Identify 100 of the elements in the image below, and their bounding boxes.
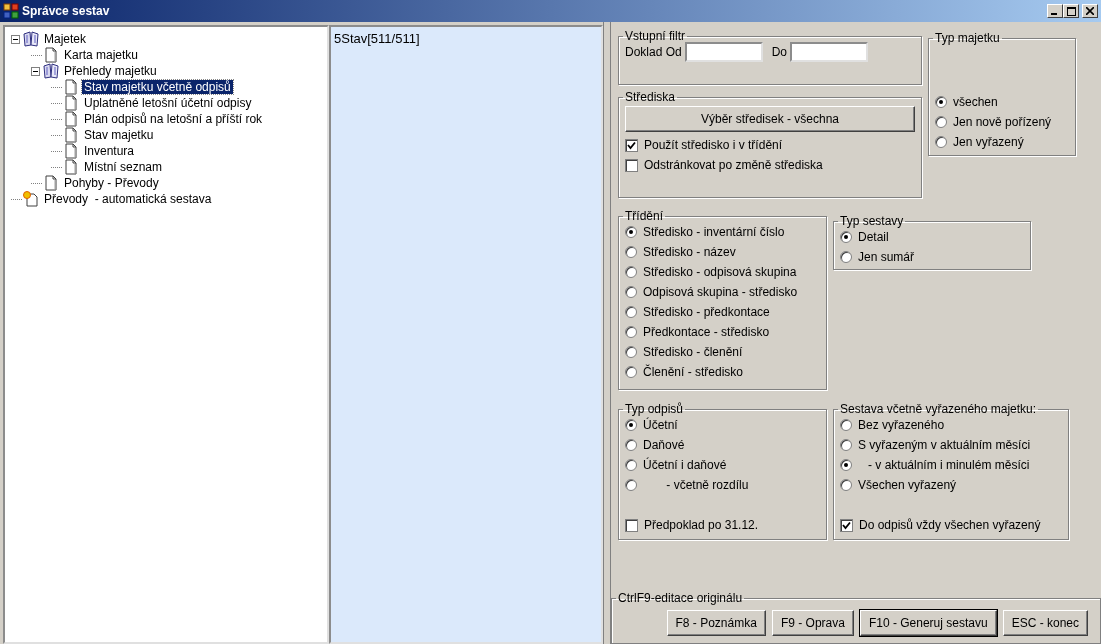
radio-button[interactable] — [840, 479, 852, 491]
checkbox[interactable] — [840, 518, 853, 532]
document-icon — [62, 95, 80, 111]
option-label: S vyřazeným v aktuálním měsíci — [858, 437, 1031, 454]
option-label: Středisko - odpisová skupina — [643, 264, 797, 281]
tree-item[interactable]: Pohyby - Převody — [62, 176, 161, 190]
checkbox[interactable] — [625, 158, 638, 172]
option-label: Středisko - členění — [643, 344, 743, 361]
splitter[interactable] — [603, 22, 611, 644]
tree-item[interactable]: Převody - automatická sestava — [42, 192, 214, 206]
group-title: CtrlF9-editace originálu — [617, 592, 744, 604]
tree-item[interactable]: Karta majetku — [62, 48, 141, 62]
option-label: Všechen vyřazený — [858, 477, 957, 494]
document-icon — [62, 111, 80, 127]
group-title: Střediska — [624, 91, 677, 103]
option-label: Účetní i daňové — [643, 456, 727, 474]
list-header: 5Stav[511/511] — [334, 30, 421, 48]
select-centers-button[interactable]: Výběr středisek - všechna — [625, 106, 915, 132]
radio-button[interactable] — [625, 326, 637, 338]
field-label: Doklad Od — [625, 44, 682, 61]
option-label: Bez vyřazeného — [858, 417, 945, 434]
input-field[interactable] — [790, 42, 869, 62]
group-title: Typ odpisů — [624, 403, 685, 415]
tree-item[interactable]: Inventura — [82, 144, 137, 158]
radio-button[interactable] — [935, 136, 947, 148]
app-icon — [3, 3, 19, 19]
radio-button[interactable] — [625, 306, 637, 318]
document-icon — [42, 175, 60, 191]
radio-button[interactable] — [625, 459, 637, 471]
field-label: Do — [771, 44, 788, 61]
option-label: Středisko - název — [643, 244, 736, 261]
group-title: Třídění — [624, 210, 664, 222]
option-label: Členění - středisko — [643, 363, 744, 381]
checkbox-label: Odstránkovat po změně střediska — [644, 157, 823, 174]
checkbox[interactable] — [625, 138, 638, 152]
option-label: Účetní — [643, 416, 678, 434]
radio-button[interactable] — [625, 266, 637, 278]
document-icon — [62, 79, 80, 95]
document-icon — [62, 143, 80, 159]
checkbox-label: Použít středisko i v třídění — [644, 137, 783, 154]
collapse-icon[interactable] — [11, 34, 20, 44]
radio-button[interactable] — [840, 419, 852, 431]
group-title: Sestava včetně vyřazeného majetku: — [839, 403, 1038, 415]
option-label: Středisko - inventární číslo — [643, 224, 785, 241]
window-title: Správce sestav — [22, 3, 110, 20]
radio-button[interactable] — [840, 251, 852, 263]
checkbox[interactable] — [625, 518, 638, 532]
option-label: Detail — [858, 229, 889, 246]
radio-button[interactable] — [625, 286, 637, 298]
option-label: Jen vyřazený — [953, 134, 1024, 151]
maximize-button[interactable] — [1063, 4, 1079, 18]
close-button[interactable] — [1082, 4, 1098, 18]
radio-button[interactable] — [840, 231, 852, 243]
option-label: Odpisová skupina - středisko — [643, 284, 798, 301]
group-title: Vstupní filtr — [624, 30, 687, 42]
radio-button[interactable] — [625, 419, 637, 431]
option-label: - v aktuálním i minulém měsíci — [867, 457, 1030, 474]
tree-item[interactable]: Místní seznam — [82, 160, 165, 174]
option-label: Daňové — [643, 437, 685, 454]
tree-item[interactable]: Stav majetku — [82, 128, 156, 142]
tree-item[interactable]: Přehledy majetku — [62, 64, 159, 78]
radio-button[interactable] — [840, 459, 852, 471]
radio-button[interactable] — [625, 246, 637, 258]
book-icon — [42, 63, 60, 79]
collapse-icon[interactable] — [31, 66, 40, 76]
tree-item[interactable]: Stav majetku včetně odpisů — [82, 80, 233, 94]
option-label: Předkontace - středisko — [643, 324, 770, 341]
document-icon — [42, 47, 60, 63]
footer-button[interactable]: F10 - Generuj sestavu — [859, 610, 997, 636]
option-label: - včetně rozdílu — [665, 477, 749, 494]
group-title: Typ majetku — [934, 32, 1001, 44]
radio-button[interactable] — [625, 226, 637, 238]
close-icon — [1086, 7, 1094, 15]
footer-button[interactable]: F8 - Poznámka — [666, 610, 766, 636]
document-star-icon — [22, 191, 40, 207]
maximize-icon — [1066, 6, 1076, 16]
tree-item[interactable]: Uplatněné letošní účetní odpisy — [82, 96, 254, 110]
radio-button[interactable] — [625, 439, 637, 451]
radio-button[interactable] — [625, 366, 637, 378]
checkbox-label: Předpoklad po 31.12. — [644, 517, 759, 534]
footer-button[interactable]: ESC - konec — [1002, 610, 1088, 636]
radio-button[interactable] — [625, 346, 637, 358]
tree-item[interactable]: Plán odpisů na letošní a příští rok — [82, 112, 265, 126]
radio-button[interactable] — [935, 116, 947, 128]
footer-button[interactable]: F9 - Oprava — [771, 610, 854, 636]
document-icon — [62, 159, 80, 175]
tree-item[interactable]: Majetek — [42, 32, 89, 46]
minimize-button[interactable] — [1047, 4, 1063, 18]
book-icon — [22, 31, 40, 47]
input-field[interactable] — [684, 42, 763, 62]
option-label: Jen sumář — [858, 249, 915, 266]
option-label: Středisko - předkontace — [643, 304, 770, 321]
radio-button[interactable] — [840, 439, 852, 451]
radio-button[interactable] — [935, 96, 947, 108]
checkbox-label: Do odpisů vždy všechen vyřazený — [859, 517, 1041, 534]
option-label: všechen — [953, 94, 998, 111]
document-icon — [62, 127, 80, 143]
radio-button[interactable] — [625, 479, 637, 491]
group-title: Typ sestavy — [839, 215, 905, 227]
option-label: Jen nově pořízený — [953, 114, 1052, 131]
